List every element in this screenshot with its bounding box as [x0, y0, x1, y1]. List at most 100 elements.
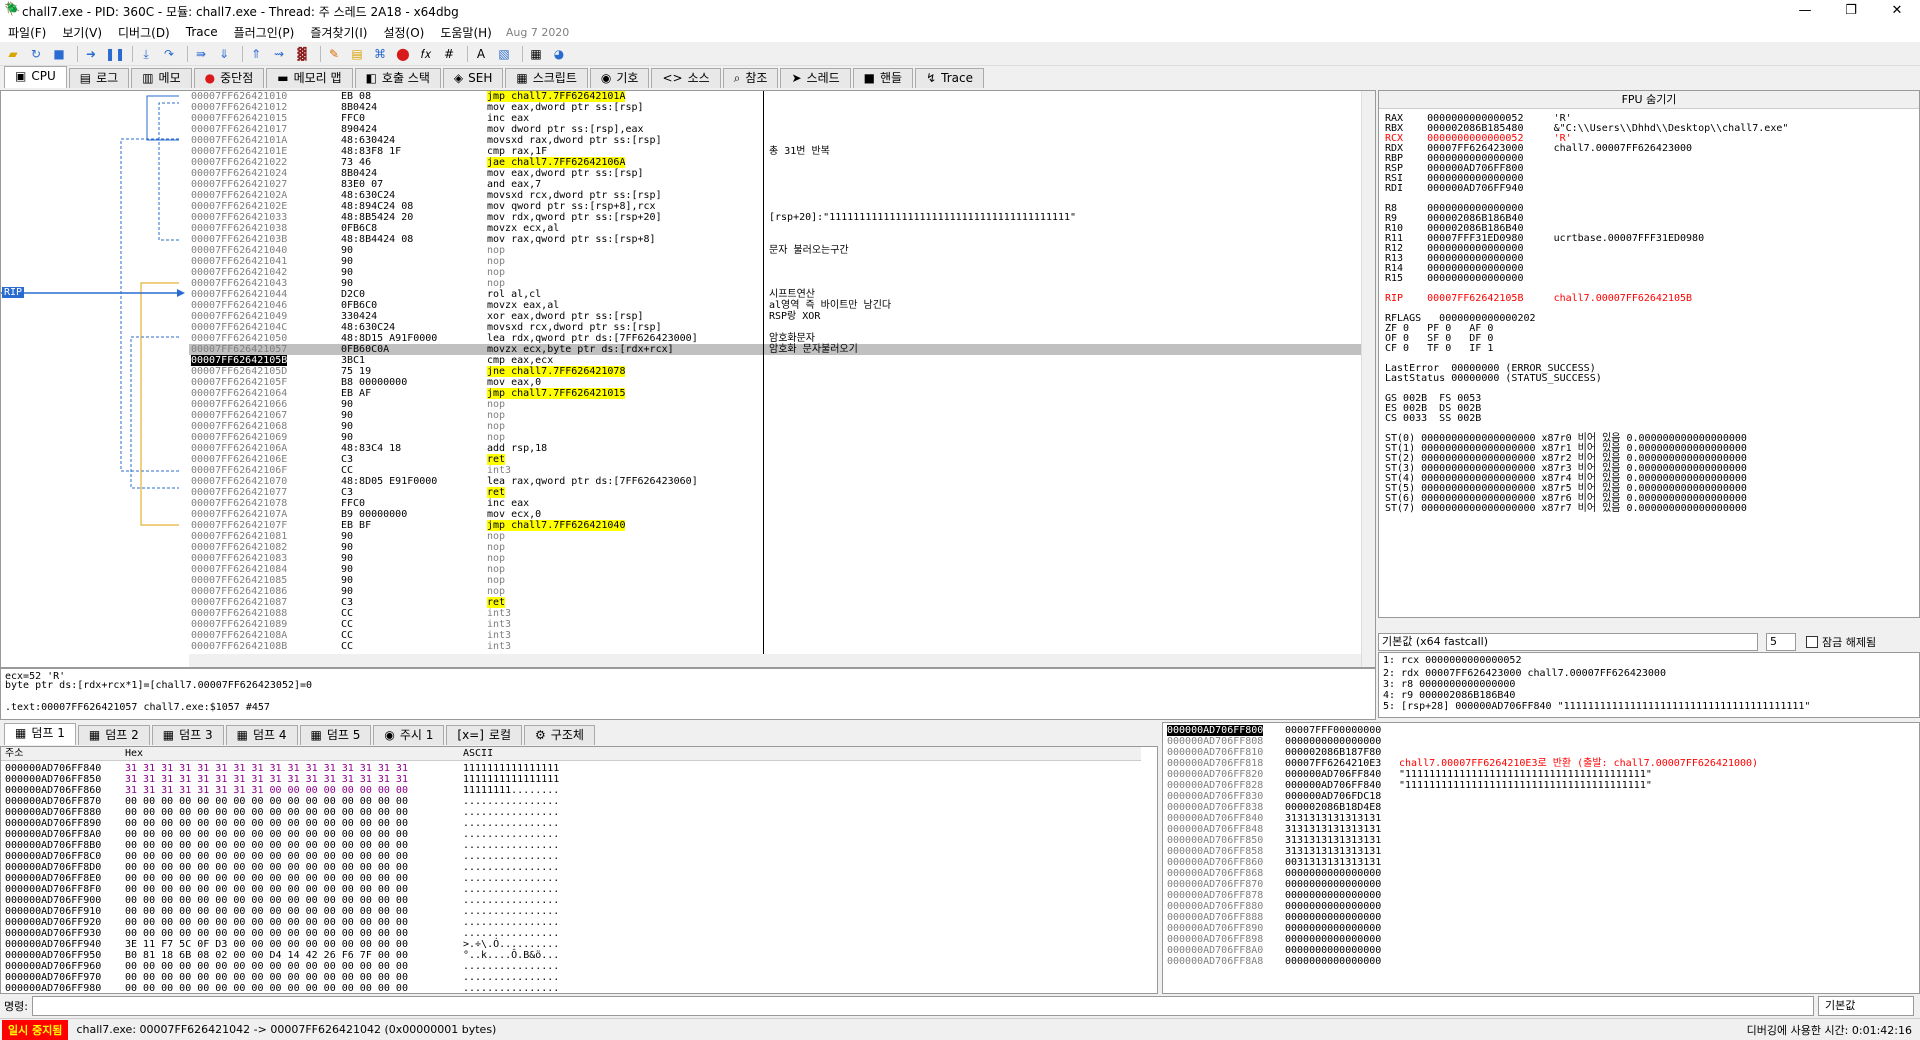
tab-log[interactable]: ▤ 로그: [68, 68, 130, 88]
menu-plugins[interactable]: 플러그인(P): [226, 24, 303, 41]
disassembly-listing[interactable]: 00007FF626421010 EB 08 jmp chall7.7FF62642…: [189, 91, 1361, 667]
tab-symbols[interactable]: ◉ 기호: [589, 68, 650, 88]
tab-script[interactable]: ▦ 스크립트: [505, 68, 588, 88]
help-icon[interactable]: ◕: [550, 45, 568, 63]
disasm-row-rip[interactable]: 00007FF62642105B 3BC1 cmp eax,ecx: [189, 355, 1361, 366]
disasm-row[interactable]: 00007FF62642107A B9 00000000 mov ecx,0: [189, 509, 1361, 520]
stack-row[interactable]: 000000AD706FF870 0000000000000000: [1167, 879, 1381, 890]
close-button[interactable]: ✕: [1874, 0, 1920, 22]
disasm-row[interactable]: 00007FF626421044 D2C0 rol al,cl 시프트연산: [189, 289, 1361, 300]
stack-row[interactable]: 000000AD706FF860 0031313131313131: [1167, 857, 1381, 868]
dump-row[interactable]: 000000AD706FF970 00 00 00 00 00 00 00 00 …: [5, 972, 559, 983]
dump-row[interactable]: 000000AD706FF870 00 00 00 00 00 00 00 00 …: [5, 796, 559, 807]
font-icon[interactable]: A: [472, 45, 490, 63]
tab-cpu[interactable]: ▣ CPU: [4, 66, 67, 88]
disasm-row[interactable]: 00007FF626421027 83E0 07 and eax,7: [189, 179, 1361, 190]
stack-row[interactable]: 000000AD706FF810 000002086B187F80: [1167, 747, 1381, 758]
scylla-icon[interactable]: ▓: [293, 45, 311, 63]
disasm-row[interactable]: 00007FF626421010 EB 08 jmp chall7.7FF62642…: [189, 91, 1361, 102]
disasm-row[interactable]: 00007FF626421067 90 nop: [189, 410, 1361, 421]
maximize-button[interactable]: ❐: [1828, 0, 1874, 22]
tab-handles[interactable]: ■ 핸들: [852, 68, 914, 88]
tab-references[interactable]: ⌕ 참조: [722, 68, 779, 88]
disasm-row[interactable]: 00007FF626421038 0FB6C8 movzx ecx,al: [189, 223, 1361, 234]
tab-dump-3[interactable]: ▦ 덤프 3: [151, 725, 224, 745]
dump-row[interactable]: 000000AD706FF950 B0 81 18 6B 08 02 00 00 …: [5, 950, 559, 961]
stack-row[interactable]: 000000AD706FF8A0 0000000000000000: [1167, 945, 1381, 956]
stack-row[interactable]: 000000AD706FF828 000000AD706FF840 "1111111…: [1167, 780, 1652, 791]
dump-row[interactable]: 000000AD706FF960 00 00 00 00 00 00 00 00 …: [5, 961, 559, 972]
disasm-row[interactable]: 00007FF626421085 90 nop: [189, 575, 1361, 586]
pause-icon[interactable]: ❚❚: [105, 45, 125, 63]
disasm-row[interactable]: 00007FF626421083 90 nop: [189, 553, 1361, 564]
register-row[interactable]: RIP 00007FF62642105B chall7.00007FF62642…: [1385, 293, 1692, 305]
disasm-row[interactable]: 00007FF62642102A 48:630C24 movsxd rcx,dwor…: [189, 190, 1361, 201]
unlock-checkbox[interactable]: [1806, 636, 1818, 648]
disasm-row[interactable]: 00007FF626421082 90 nop: [189, 542, 1361, 553]
tab-struct[interactable]: ⚙ 구조체: [524, 725, 595, 745]
disasm-row[interactable]: 00007FF626421089 CC int3: [189, 619, 1361, 630]
disasm-row[interactable]: 00007FF626421084 90 nop: [189, 564, 1361, 575]
stack-row[interactable]: 000000AD706FF8A8 0000000000000000: [1167, 956, 1381, 967]
strings-icon[interactable]: ▧: [495, 45, 513, 63]
command-mode-select[interactable]: 기본값: [1818, 996, 1914, 1016]
disasm-row[interactable]: 00007FF62642105D 75 19 jne chall7.7FF62642…: [189, 366, 1361, 377]
dump-row[interactable]: 000000AD706FF920 00 00 00 00 00 00 00 00 …: [5, 917, 559, 928]
menu-help[interactable]: 도움말(H): [432, 24, 500, 41]
menu-trace[interactable]: Trace: [178, 25, 226, 39]
disasm-row[interactable]: 00007FF62642102E 48:894C24 08 mov qword pt…: [189, 201, 1361, 212]
command-input[interactable]: [32, 996, 1814, 1016]
step-over-icon[interactable]: ↷: [160, 45, 178, 63]
stack-row[interactable]: 000000AD706FF898 0000000000000000: [1167, 934, 1381, 945]
tab-notes[interactable]: ▥ 메모: [131, 68, 192, 88]
menu-file[interactable]: 파일(F): [0, 24, 54, 41]
trace-into-icon[interactable]: ⇛: [192, 45, 210, 63]
calculator-icon[interactable]: ▦: [527, 45, 545, 63]
disasm-row[interactable]: 00007FF626421086 90 nop: [189, 586, 1361, 597]
tab-source[interactable]: <> 소스: [651, 68, 721, 88]
tab-memory-map[interactable]: ▬ 메모리 맵: [266, 68, 353, 88]
stack-row[interactable]: 000000AD706FF808 0000000000000000: [1167, 736, 1381, 747]
dump-row[interactable]: 000000AD706FF8A0 00 00 00 00 00 00 00 00 …: [5, 829, 559, 840]
disasm-row[interactable]: 00007FF626421087 C3 ret: [189, 597, 1361, 608]
stack-pane[interactable]: 000000AD706FF800 00007FFF00000000 000000AD…: [1162, 722, 1920, 994]
dump-row[interactable]: 000000AD706FF910 00 00 00 00 00 00 00 00 …: [5, 906, 559, 917]
menu-options[interactable]: 설정(O): [375, 24, 432, 41]
trace-over-icon[interactable]: ⇓: [215, 45, 233, 63]
stack-row[interactable]: 000000AD706FF890 0000000000000000: [1167, 923, 1381, 934]
step-into-icon[interactable]: ⤓: [137, 45, 155, 63]
stack-row[interactable]: 000000AD706FF848 3131313131313131: [1167, 824, 1381, 835]
disasm-row[interactable]: 00007FF626421049 330424 xor eax,dword ptr …: [189, 311, 1361, 322]
tab-threads[interactable]: ➤ 스레드: [780, 68, 851, 88]
tab-seh[interactable]: ◈ SEH: [442, 68, 504, 88]
disasm-row[interactable]: 00007FF62642105F B8 00000000 mov eax,0: [189, 377, 1361, 388]
tab-breakpoints[interactable]: ● 중단점: [193, 68, 265, 88]
disasm-row[interactable]: 00007FF62642108B CC int3: [189, 641, 1361, 652]
dump-row[interactable]: 000000AD706FF880 00 00 00 00 00 00 00 00 …: [5, 807, 559, 818]
disasm-row[interactable]: 00007FF626421012 8B0424 mov eax,dword ptr …: [189, 102, 1361, 113]
dump-row[interactable]: 000000AD706FF890 00 00 00 00 00 00 00 00 …: [5, 818, 559, 829]
disasm-row[interactable]: 00007FF626421088 CC int3: [189, 608, 1361, 619]
function-icon[interactable]: 𝑓𝑥: [417, 45, 435, 63]
arg-count-spinner[interactable]: 5: [1766, 633, 1796, 651]
register-row[interactable]: LastStatus 00000000 (STATUS_SUCCESS): [1385, 373, 1602, 385]
stack-row[interactable]: 000000AD706FF888 0000000000000000: [1167, 912, 1381, 923]
disasm-row[interactable]: 00007FF62642107F EB BF jmp chall7.7FF62642…: [189, 520, 1361, 531]
disasm-row[interactable]: 00007FF62642106A 48:83C4 18 add rsp,18: [189, 443, 1361, 454]
restart-icon[interactable]: ↻: [27, 45, 45, 63]
dump-row[interactable]: 000000AD706FF900 00 00 00 00 00 00 00 00 …: [5, 895, 559, 906]
minimize-button[interactable]: —: [1782, 0, 1828, 22]
tab-watch-1[interactable]: ◉ 주시 1: [373, 725, 445, 745]
disasm-row[interactable]: 00007FF62642106E C3 ret: [189, 454, 1361, 465]
call-convention-select[interactable]: 기본값 (x64 fastcall): [1378, 633, 1758, 651]
stack-row[interactable]: 000000AD706FF878 0000000000000000: [1167, 890, 1381, 901]
disasm-row[interactable]: 00007FF626421064 EB AF jmp chall7.7FF62642…: [189, 388, 1361, 399]
label-icon[interactable]: ▤: [348, 45, 366, 63]
disasm-row[interactable]: 00007FF62642103B 48:8B4424 08 mov rax,qwor…: [189, 234, 1361, 245]
disasm-row[interactable]: 00007FF626421070 48:8D05 E91F0000 lea rax,…: [189, 476, 1361, 487]
dump-row[interactable]: 000000AD706FF980 00 00 00 00 00 00 00 00 …: [5, 983, 559, 994]
execute-till-return-icon[interactable]: ⇑: [247, 45, 265, 63]
stack-row[interactable]: 000000AD706FF820 000000AD706FF840 "1111111…: [1167, 769, 1652, 780]
disasm-row[interactable]: 00007FF62642101A 48:630424 movsxd rax,dwor…: [189, 135, 1361, 146]
register-row[interactable]: CS 0033 SS 002B: [1385, 413, 1481, 425]
